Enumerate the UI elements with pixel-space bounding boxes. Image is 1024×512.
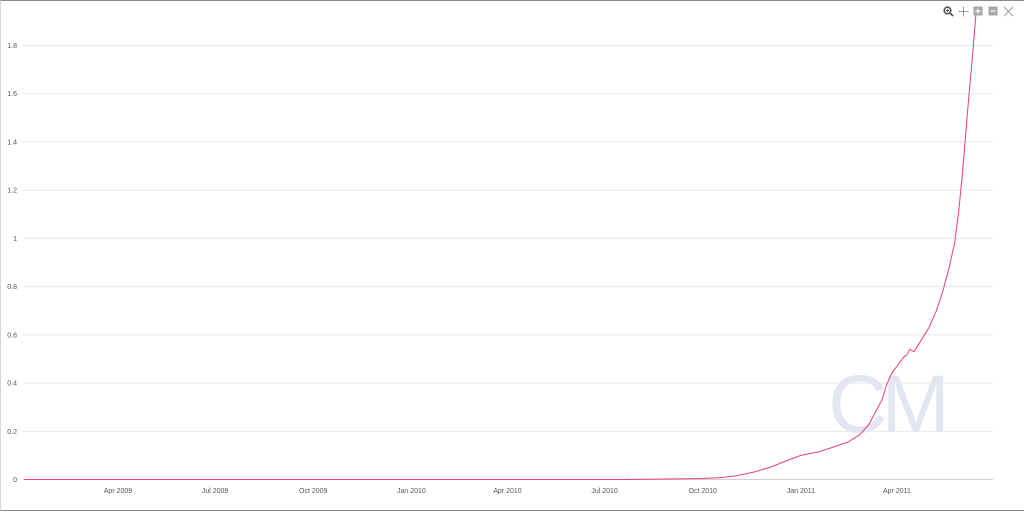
reset-icon[interactable] (1002, 5, 1014, 17)
x-tick-label: Oct 2009 (299, 488, 328, 495)
chart-frame: CM 0 0.2 0.4 0.6 0.8 1 1.2 1.4 1.6 1.8 Apr 2009 Ju… (0, 0, 1024, 511)
zoom-in-icon[interactable] (972, 5, 984, 17)
zoom-out-icon[interactable] (987, 5, 999, 17)
line-chart: CM 0 0.2 0.4 0.6 0.8 1 1.2 1.4 1.6 1.8 Apr 2009 Ju… (7, 14, 993, 495)
x-tick-label: Jan 2010 (397, 488, 426, 495)
y-tick-label: 1 (13, 236, 17, 243)
y-tick-label: 0.8 (7, 284, 17, 291)
x-tick-label: Jan 2011 (787, 488, 815, 495)
y-tick-label: 0.6 (7, 332, 17, 339)
x-tick-label: Jul 2010 (591, 488, 618, 495)
chart-toolbar (942, 5, 1014, 17)
y-tick-label: 1.2 (7, 188, 17, 195)
x-tick-label: Apr 2010 (493, 488, 522, 495)
watermark-layer: CM (828, 359, 950, 450)
y-tick-label: 1.6 (7, 91, 17, 98)
x-tick-label: Apr 2011 (883, 488, 911, 495)
watermark-logo: CM (828, 359, 944, 450)
pan-icon[interactable] (957, 5, 969, 17)
y-tick-label: 0.2 (7, 429, 17, 436)
x-tick-label: Apr 2009 (104, 488, 133, 495)
x-tick-label: Oct 2010 (689, 488, 718, 495)
zoom-icon[interactable] (942, 5, 954, 17)
x-axis: Apr 2009 Jul 2009 Oct 2009 Jan 2010 Apr 2010… (104, 488, 911, 495)
y-axis: 0 0.2 0.4 0.6 0.8 1 1.2 1.4 1.6 1.8 (7, 43, 17, 484)
y-tick-label: 1.4 (7, 139, 17, 146)
y-tick-label: 1.8 (7, 43, 17, 50)
x-tick-label: Jul 2009 (202, 488, 229, 495)
y-tick-label: 0 (13, 477, 17, 484)
y-tick-label: 0.4 (7, 381, 17, 388)
